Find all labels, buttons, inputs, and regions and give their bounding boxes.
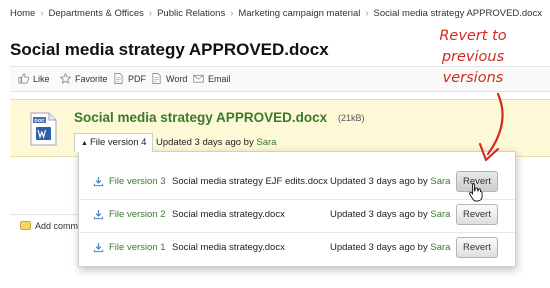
revert-button[interactable]: Revert [456,204,498,225]
like-label: Like [33,74,50,84]
author-link[interactable]: Sara [430,176,450,187]
breadcrumb-separator: › [148,8,153,19]
triangle-up-icon: ▲ [81,140,88,147]
annotation-callout: Revert to previous versions [423,26,523,89]
add-comment-label: Add comment [35,221,78,231]
star-icon [60,73,71,84]
pdf-label: PDF [128,74,146,84]
favorite-label: Favorite [75,74,108,84]
word-file-icon: DOC [30,112,57,146]
download-icon[interactable] [93,242,104,253]
breadcrumb-current: Social media strategy APPROVED.docx [373,8,542,19]
version-updated: Updated 3 days ago by Sara [330,209,450,220]
version-filename: Social media strategy.docx [172,242,285,253]
updated-text: Updated 3 days ago by [330,176,428,187]
revert-button[interactable]: Revert [456,237,498,258]
annotation-line: Revert to [439,28,507,44]
pdf-document-icon [114,73,123,84]
author-link[interactable]: Sara [430,209,450,220]
breadcrumb-separator: › [230,8,234,19]
previous-versions-popup: File version 3 Social media strategy EJF… [78,151,516,267]
like-button[interactable]: Like [18,73,50,84]
email-button[interactable]: Email [193,73,231,84]
page-title: Social media strategy APPROVED.docx [10,40,329,59]
annotation-line: previous [441,49,505,65]
updated-text: Updated 3 days ago by [156,137,254,148]
pdf-button[interactable]: PDF [113,73,146,84]
doc-icon-label: DOC [34,118,45,123]
breadcrumb-separator: › [40,8,44,19]
breadcrumb-departments[interactable]: Departments & Offices [49,8,144,19]
annotation-arrow [478,92,504,162]
thumbs-up-icon [18,73,29,84]
breadcrumb: Home › Departments & Offices › Public Relati… [10,8,542,19]
document-size: (21kB) [338,113,365,123]
breadcrumb-public-relations[interactable]: Public Relations [157,8,225,19]
annotation-line: versions [442,70,504,86]
document-title[interactable]: Social media strategy APPROVED.docx [74,110,327,125]
word-document-icon [152,73,161,84]
version-filename: Social media strategy EJF edits.docx [172,176,328,187]
version-row: File version 2 Social media strategy.doc… [79,197,515,233]
author-link[interactable]: Sara [256,137,276,148]
version-link[interactable]: File version 1 [109,242,166,253]
comment-icon [20,221,31,230]
breadcrumb-home[interactable]: Home [10,8,35,19]
current-version-label: File version 4 [89,137,147,148]
version-row: File version 3 Social media strategy EJF… [79,164,515,200]
envelope-icon [193,74,204,83]
download-icon[interactable] [93,176,104,187]
version-updated: Updated 3 days ago by Sara [330,242,450,253]
version-link[interactable]: File version 2 [109,209,166,220]
download-icon[interactable] [93,209,104,220]
email-label: Email [208,74,231,84]
version-updated: Updated 3 days ago by Sara [330,176,450,187]
breadcrumb-separator: › [365,8,369,19]
add-comment-link[interactable]: Add comment [10,214,78,236]
favorite-button[interactable]: Favorite [60,73,108,84]
author-link[interactable]: Sara [430,242,450,253]
current-version-updated: Updated 3 days ago by Sara [156,137,276,148]
word-button[interactable]: Word [151,73,187,84]
version-row: File version 1 Social media strategy.doc… [79,230,515,266]
breadcrumb-marketing[interactable]: Marketing campaign material [238,8,360,19]
word-label: Word [166,74,188,84]
version-filename: Social media strategy.docx [172,209,285,220]
hand-pointer-icon [469,183,483,202]
current-version-tab[interactable]: ▲ File version 4 [74,133,154,152]
updated-text: Updated 3 days ago by [330,242,428,253]
updated-text: Updated 3 days ago by [330,209,428,220]
version-link[interactable]: File version 3 [109,176,166,187]
